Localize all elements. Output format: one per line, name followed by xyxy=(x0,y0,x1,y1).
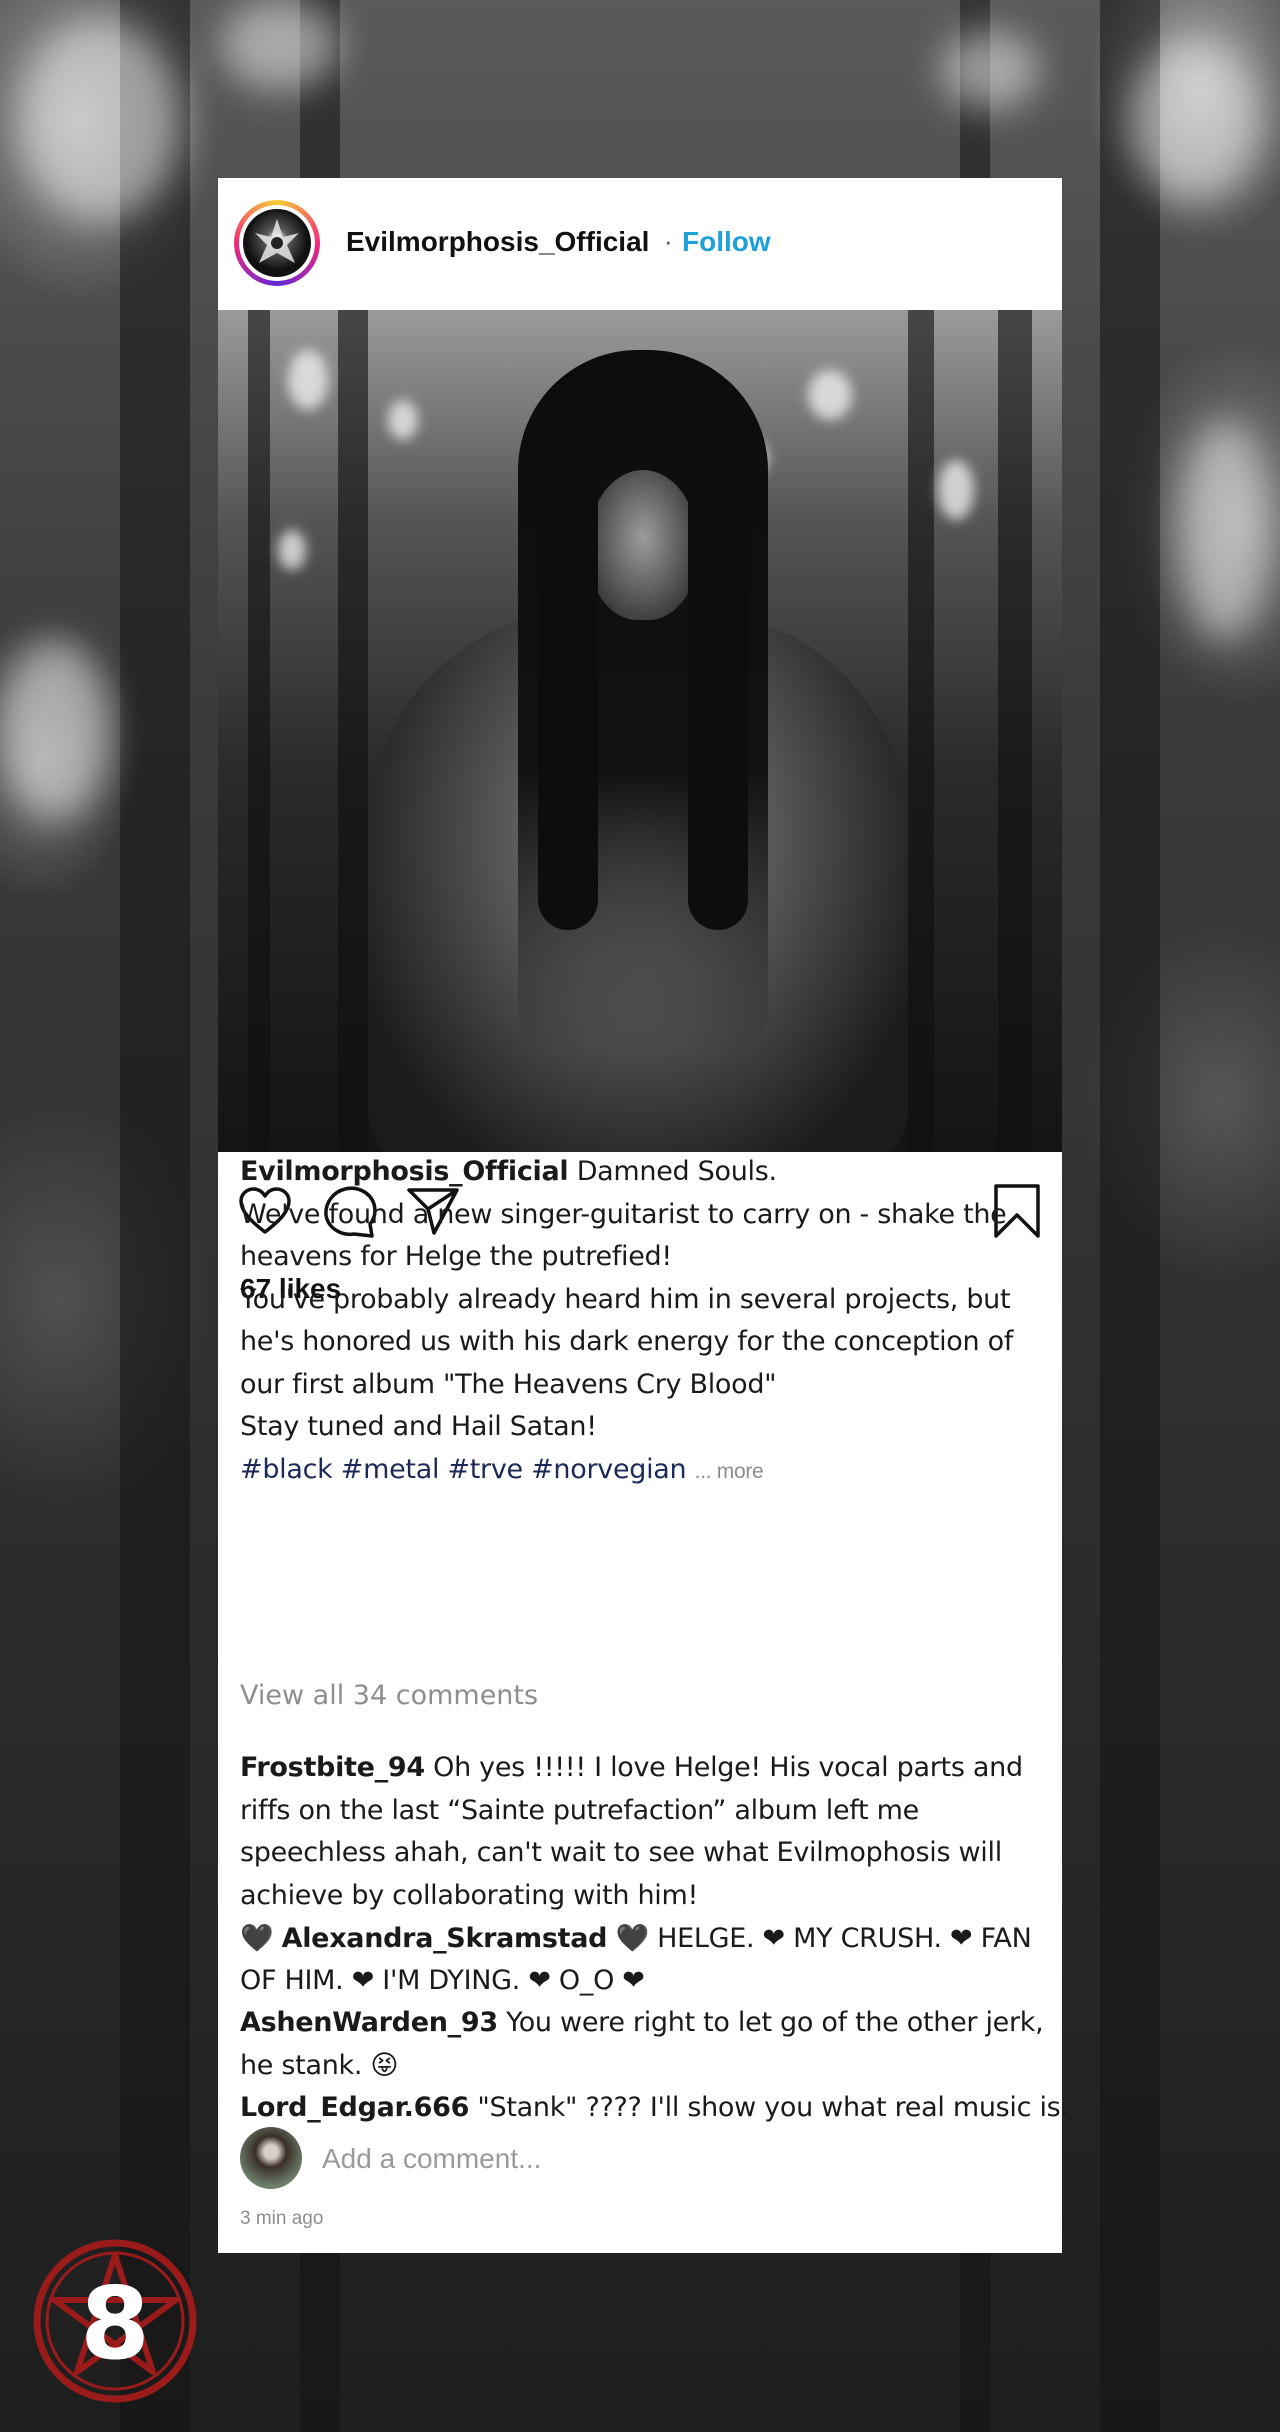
comment-username[interactable]: Alexandra_Skramstad xyxy=(282,1923,608,1954)
caption-line: You've probably already heard him in sev… xyxy=(240,1284,1011,1315)
follow-button[interactable]: Follow xyxy=(682,226,771,258)
comment-line: speechless ahah, can't wait to see what … xyxy=(240,1837,1002,1868)
band-logo-avatar xyxy=(243,209,311,277)
comment-line: riffs on the last “Sainte putrefaction” … xyxy=(240,1795,919,1826)
pentagram-badge: 8 xyxy=(32,2238,198,2404)
band-logo-icon xyxy=(255,219,299,263)
comment-line: AshenWarden_93 You were right to let go … xyxy=(240,2007,1050,2038)
post-header: Evilmorphosis_Official · Follow xyxy=(218,178,1062,310)
comment-line: OF HIM. ❤ I'M DYING. ❤ O_O ❤ xyxy=(240,1965,645,1996)
comment-text: You were right to let go of the other je… xyxy=(506,2007,1044,2038)
comment-line: Frostbite_94 Oh yes !!!!! I love Helge! … xyxy=(240,1752,1050,1783)
account-username[interactable]: Evilmorphosis_Official xyxy=(346,226,649,258)
caption-line: Evilmorphosis_Official Damned Souls. xyxy=(240,1156,1050,1187)
comment-line: he stank. 😝 xyxy=(240,2050,399,2081)
comment-line: Lord_Edgar.666 "Stank" ???? I'll show yo… xyxy=(240,2092,1069,2123)
comment-text: Oh yes !!!!! I love Helge! His vocal par… xyxy=(433,1752,1023,1783)
comment-username[interactable]: Lord_Edgar.666 xyxy=(240,2092,469,2123)
comment-line: 🖤 Alexandra_Skramstad 🖤 HELGE. ❤ MY CRUS… xyxy=(240,1922,1050,1954)
more-link[interactable]: ... more xyxy=(695,1460,764,1483)
account-avatar[interactable] xyxy=(234,200,320,286)
badge-number: 8 xyxy=(80,2265,150,2382)
post-timestamp: 3 min ago xyxy=(240,2208,324,2229)
comment-text: 🖤 HELGE. ❤ MY CRUSH. ❤ FAN xyxy=(615,1923,1032,1954)
post-photo[interactable] xyxy=(218,310,1062,1152)
caption-line: We've found a new singer-guitarist to ca… xyxy=(240,1199,1007,1230)
caption-line: our first album "The Heavens Cry Blood" xyxy=(240,1369,777,1400)
comment-emoji-prefix: 🖤 xyxy=(240,1923,274,1954)
caption-line: Stay tuned and Hail Satan! xyxy=(240,1411,597,1442)
commenter-avatar xyxy=(240,2127,302,2189)
comment-line: achieve by collaborating with him! xyxy=(240,1880,699,1911)
caption-hashtags-line: #black #metal #trve #norvegian ... more xyxy=(240,1454,1050,1485)
caption-username[interactable]: Evilmorphosis_Official xyxy=(240,1156,569,1187)
caption-line: heavens for Helge the putrefied! xyxy=(240,1241,672,1272)
caption-text: Damned Souls. xyxy=(576,1156,777,1187)
comment-text: "Stank" ???? I'll show you what real mus… xyxy=(477,2092,1069,2123)
hashtags[interactable]: #black #metal #trve #norvegian xyxy=(240,1454,687,1485)
separator-dot: · xyxy=(664,226,673,256)
comment-username[interactable]: AshenWarden_93 xyxy=(240,2007,498,2038)
caption-line: he's honored us with his dark energy for… xyxy=(240,1326,1014,1357)
comment-username[interactable]: Frostbite_94 xyxy=(240,1752,425,1783)
view-all-comments-link[interactable]: View all 34 comments xyxy=(240,1680,538,1711)
pentagram-icon: 8 xyxy=(33,2239,197,2403)
instagram-post: Evilmorphosis_Official · Follow 67 likes… xyxy=(218,178,1069,2253)
add-comment-input[interactable] xyxy=(320,2136,924,2182)
